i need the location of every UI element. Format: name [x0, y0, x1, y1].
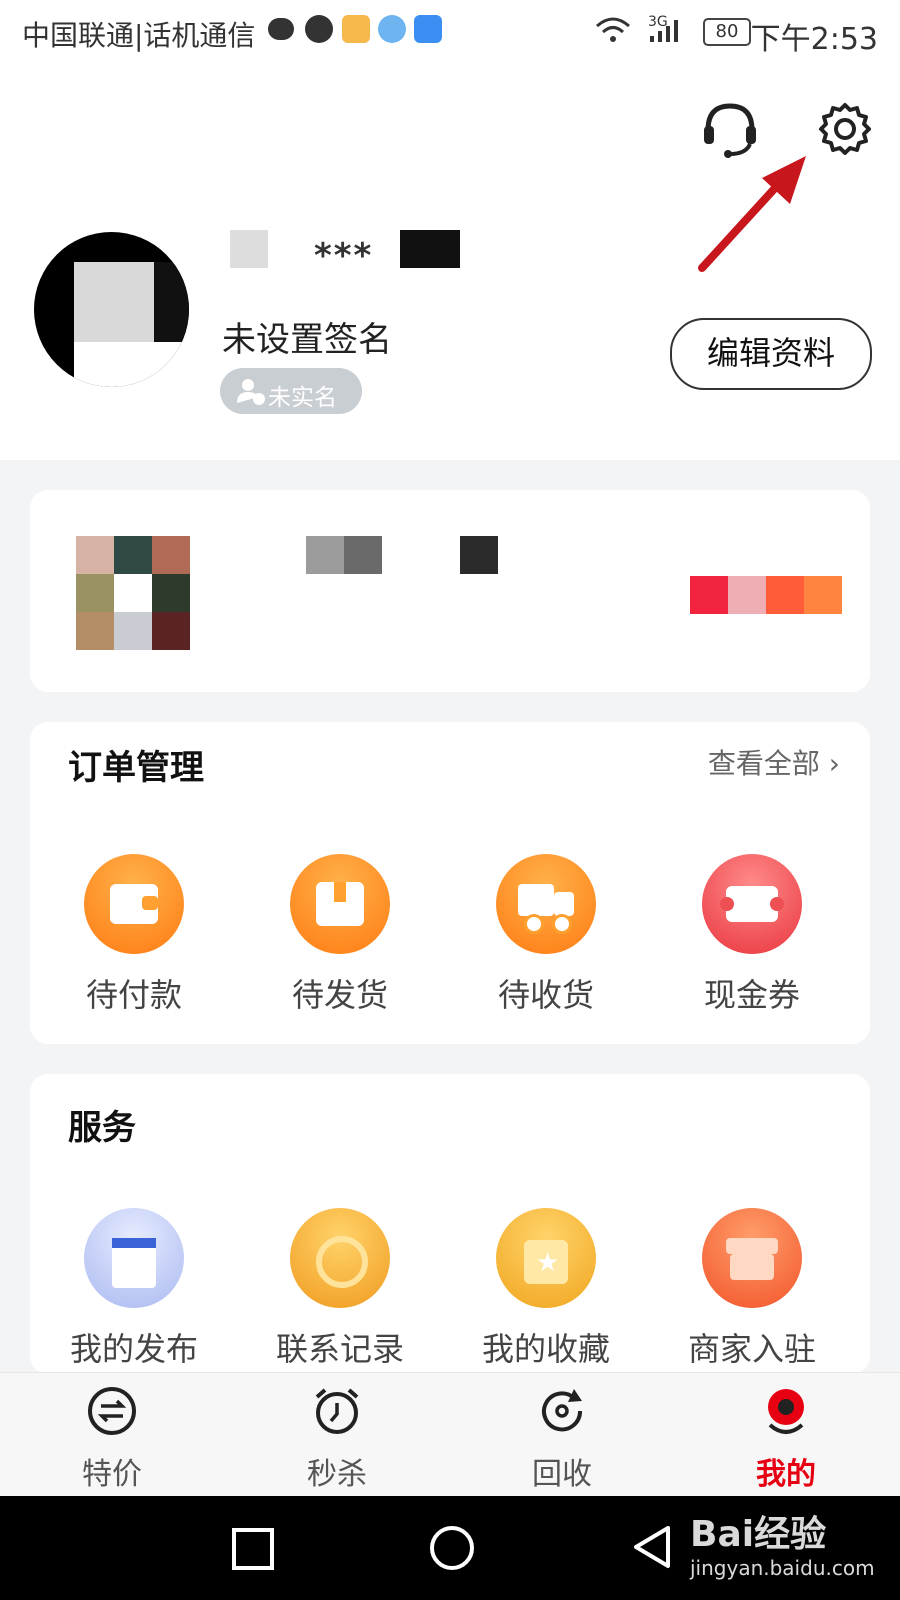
nickname: *** — [314, 236, 374, 276]
exchange-icon — [88, 1387, 136, 1435]
order-management-card: 订单管理 查看全部 › 待付款 待发货 待收货 现金券 — [30, 722, 870, 1044]
status-bar: 中国联通|话机通信 3G 80 下午2:53 — [0, 0, 900, 62]
carrier-label: 中国联通|话机通信 — [22, 19, 256, 52]
services-card: 服务 我的发布 联系记录 ★ 我的收藏 商家入驻 — [30, 1074, 870, 1374]
battery-level: 80 — [703, 18, 751, 46]
wifi-icon — [596, 17, 630, 42]
service-label: 我的发布 — [69, 1330, 198, 1368]
service-contact-records[interactable]: 联系记录 — [240, 1208, 440, 1370]
ticket-icon — [702, 854, 802, 954]
promo-button-mask — [804, 576, 842, 614]
order-label: 现金券 — [703, 976, 800, 1014]
order-cash-coupon[interactable]: 现金券 — [652, 854, 852, 1016]
favorite-bag-icon: ★ — [496, 1208, 596, 1308]
view-all-link[interactable]: 查看全部 › — [708, 742, 840, 782]
browser-icon — [378, 15, 406, 43]
recycle-icon — [542, 1389, 583, 1432]
signal-icon — [650, 20, 678, 42]
service-label: 商家入驻 — [687, 1330, 816, 1368]
order-label: 待付款 — [85, 976, 182, 1014]
app-notification-icon — [342, 15, 370, 43]
promo-text-mask — [344, 536, 382, 574]
user-verify-icon — [237, 379, 265, 405]
recent-apps-button[interactable] — [232, 1528, 274, 1570]
tab-label: 秒杀 — [307, 1457, 367, 1492]
package-icon — [290, 854, 390, 954]
order-label: 待发货 — [291, 976, 388, 1014]
promo-button-mask — [690, 576, 728, 614]
nickname-mask — [400, 230, 460, 268]
profile-icon — [768, 1389, 804, 1434]
promo-button-mask — [728, 576, 766, 614]
service-merchant-join[interactable]: 商家入驻 — [652, 1208, 852, 1370]
bulb-app-icon — [414, 15, 442, 43]
chevron-right-icon: › — [828, 747, 840, 780]
avatar[interactable] — [34, 232, 189, 387]
verify-badge[interactable]: 未实名 — [220, 368, 362, 414]
promo-text-mask — [460, 536, 498, 574]
promo-banner[interactable] — [30, 490, 870, 692]
verify-badge-label: 未实名 — [268, 385, 337, 411]
tab-label: 我的 — [756, 1457, 816, 1492]
view-all-label: 查看全部 — [707, 747, 820, 780]
service-label: 联系记录 — [275, 1330, 404, 1368]
promo-button-mask — [766, 576, 804, 614]
home-button[interactable] — [430, 1526, 474, 1570]
storefront-icon — [702, 1208, 802, 1308]
app-notification-icon — [305, 15, 333, 43]
tab-label: 特价 — [82, 1457, 142, 1492]
tab-label: 回收 — [532, 1457, 592, 1492]
truck-icon — [496, 854, 596, 954]
nickname-mask — [230, 230, 268, 268]
back-button[interactable] — [630, 1524, 674, 1570]
order-pending-payment[interactable]: 待付款 — [34, 854, 234, 1016]
tab-special-offer[interactable]: 特价 — [32, 1385, 192, 1493]
baidu-watermark-url: jingyan.baidu.com — [690, 1556, 875, 1580]
service-my-favorites[interactable]: ★ 我的收藏 — [446, 1208, 646, 1370]
tab-recycle[interactable]: 回收 — [482, 1385, 642, 1493]
message-icon — [268, 18, 294, 40]
promo-image — [76, 536, 190, 650]
edit-profile-button[interactable]: 编辑资料 — [670, 318, 872, 390]
tab-flash-sale[interactable]: 秒杀 — [257, 1385, 417, 1493]
order-pending-shipment[interactable]: 待发货 — [240, 854, 440, 1016]
services-title: 服务 — [68, 1108, 136, 1148]
signature[interactable]: 未设置签名 — [222, 312, 392, 361]
service-my-posts[interactable]: 我的发布 — [34, 1208, 234, 1370]
order-pending-receipt[interactable]: 待收货 — [446, 854, 646, 1016]
clock: 下午2:53 — [750, 22, 878, 57]
shopping-bag-icon — [84, 1208, 184, 1308]
gear-icon[interactable] — [818, 102, 872, 156]
promo-text-mask — [306, 536, 344, 574]
order-title: 订单管理 — [68, 748, 204, 788]
service-label: 我的收藏 — [481, 1330, 610, 1368]
alarm-clock-icon — [315, 1388, 359, 1434]
bottom-tab-bar: 特价 秒杀 回收 我的 — [0, 1372, 900, 1497]
wallet-icon — [84, 854, 184, 954]
order-label: 待收货 — [497, 976, 594, 1014]
tab-mine[interactable]: 我的 — [706, 1385, 866, 1493]
annotation-arrow — [698, 156, 806, 272]
contact-record-icon — [290, 1208, 390, 1308]
baidu-watermark: Bai经验 — [690, 1514, 827, 1555]
